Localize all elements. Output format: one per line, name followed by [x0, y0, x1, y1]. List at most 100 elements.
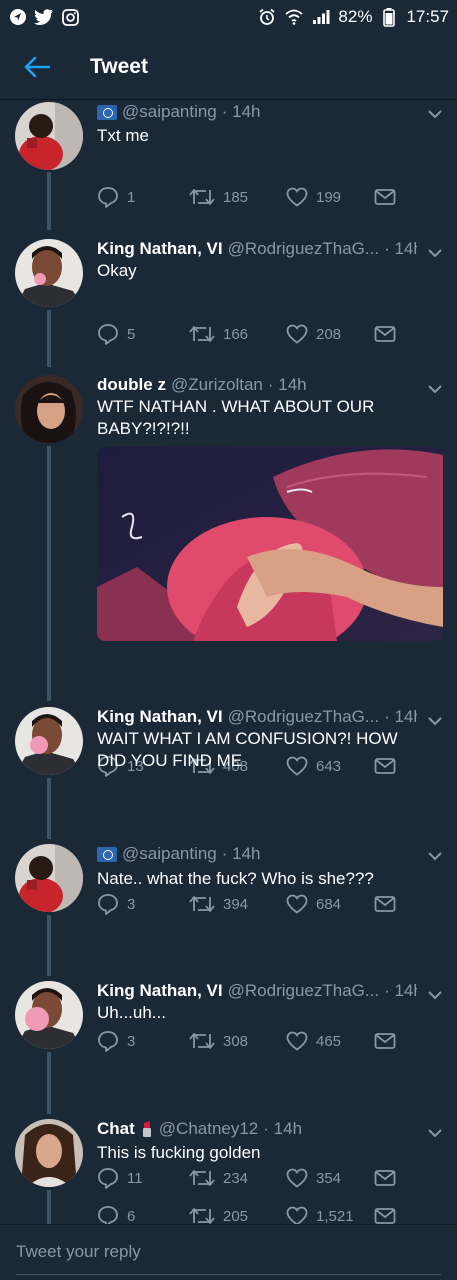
- chevron-down-icon[interactable]: [427, 848, 443, 864]
- retweet-button[interactable]: 166: [189, 324, 286, 344]
- avatar[interactable]: [15, 707, 83, 775]
- avatar[interactable]: [15, 981, 83, 1049]
- reply-count: 3: [127, 1032, 136, 1050]
- avatar[interactable]: [15, 1119, 83, 1187]
- tweet-handle[interactable]: @RodriguezThaG...: [228, 981, 379, 1001]
- direct-message-button[interactable]: [374, 1207, 396, 1224]
- thread-line: [47, 310, 51, 367]
- heart-icon: [286, 1031, 308, 1051]
- alarm-icon: [257, 7, 277, 27]
- reply-count: 3: [127, 895, 136, 913]
- reply-button[interactable]: 1: [97, 186, 189, 208]
- avatar[interactable]: [15, 844, 83, 912]
- retweet-count: 185: [223, 188, 249, 206]
- chevron-down-icon[interactable]: [427, 987, 443, 1003]
- like-button[interactable]: 684: [286, 894, 374, 914]
- retweet-icon: [189, 1170, 215, 1186]
- chevron-down-icon[interactable]: [427, 381, 443, 397]
- reply-count: 11: [127, 1169, 143, 1187]
- tweet-handle[interactable]: @Zurizoltan: [171, 375, 263, 395]
- avatar[interactable]: [15, 375, 83, 443]
- direct-message-button[interactable]: [374, 188, 396, 206]
- retweet-button[interactable]: 185: [189, 187, 286, 207]
- like-button[interactable]: 199: [286, 187, 374, 207]
- reply-button[interactable]: 3: [97, 893, 189, 915]
- tweet-actions: 3 308 465: [97, 1030, 396, 1052]
- tweet-author-name[interactable]: King Nathan, VI: [97, 239, 223, 259]
- tweet-handle[interactable]: @saipanting: [122, 844, 217, 864]
- avatar[interactable]: [15, 102, 83, 170]
- reply-button[interactable]: 3: [97, 1030, 189, 1052]
- instagram-icon: [60, 7, 80, 27]
- tweet-thread[interactable]: @saipanting · 14h Txt me 1 185 199 King …: [0, 100, 457, 1224]
- tweet-actions: 11 234 354: [97, 1167, 396, 1189]
- tweet-time: · 14h: [384, 239, 417, 258]
- chevron-down-icon[interactable]: [427, 713, 443, 729]
- tweet-handle[interactable]: @RodriguezThaG...: [228, 707, 379, 727]
- like-button[interactable]: 354: [286, 1168, 374, 1188]
- retweet-button[interactable]: 234: [189, 1168, 286, 1188]
- envelope-icon: [374, 896, 396, 912]
- tweet-actions: 1 185 199: [97, 186, 396, 208]
- tweet-text: WAIT WHAT I AM CONFUSION?! HOW DID YOU F…: [97, 729, 398, 770]
- reply-button[interactable]: 6: [97, 1205, 189, 1224]
- tweet-time: · 14h: [221, 844, 261, 863]
- like-count: 208: [316, 325, 342, 343]
- tweet-text: Okay: [97, 261, 137, 280]
- tweet-author-name[interactable]: double z: [97, 375, 166, 395]
- direct-message-button[interactable]: [374, 895, 396, 913]
- retweet-button[interactable]: 205: [189, 1206, 286, 1224]
- tweet-author-name[interactable]: Chat: [97, 1119, 135, 1139]
- tweet-handle[interactable]: @RodriguezThaG...: [228, 239, 379, 259]
- tweet-text: Txt me: [97, 126, 149, 145]
- tweet-text: Nate.. what the fuck? Who is she???: [97, 869, 374, 888]
- heart-icon: [286, 187, 308, 207]
- clock: 17:57: [406, 7, 449, 26]
- reply-icon: [98, 1206, 118, 1224]
- direct-message-button[interactable]: [374, 1169, 396, 1187]
- tweet-actions: 3 394 684: [97, 893, 396, 915]
- reply-count: 1: [127, 188, 136, 206]
- reply-input[interactable]: Tweet your reply: [16, 1231, 441, 1275]
- flag-icon: [97, 846, 117, 862]
- like-count: 199: [316, 188, 342, 206]
- reply-count: 5: [127, 325, 136, 343]
- tweet-time: · 14h: [384, 981, 417, 1000]
- reply-button[interactable]: 11: [97, 1167, 189, 1189]
- avatar[interactable]: [15, 239, 83, 307]
- back-button[interactable]: [8, 47, 66, 87]
- tweet-actions: 5 166 208: [97, 323, 396, 345]
- flag-icon: [97, 104, 117, 120]
- tweet-photo[interactable]: [97, 447, 443, 641]
- retweet-button[interactable]: 308: [189, 1031, 286, 1051]
- tweet-author-name[interactable]: King Nathan, VI: [97, 981, 223, 1001]
- tweet-handle[interactable]: @Chatney12: [159, 1119, 259, 1139]
- chevron-down-icon[interactable]: [427, 245, 443, 261]
- envelope-icon: [374, 1033, 396, 1049]
- like-count: 465: [316, 1032, 342, 1050]
- wifi-icon: [284, 7, 304, 27]
- chevron-down-icon[interactable]: [427, 1125, 443, 1141]
- signal-icon: [311, 7, 331, 27]
- retweet-count: 394: [223, 895, 249, 913]
- retweet-count: 234: [223, 1169, 249, 1187]
- like-button[interactable]: 208: [286, 324, 374, 344]
- retweet-icon: [189, 1208, 215, 1224]
- direct-message-button[interactable]: [374, 325, 396, 343]
- retweet-count: 205: [223, 1207, 249, 1225]
- tweet-text: Uh...uh...: [97, 1003, 166, 1022]
- tweet-author-name[interactable]: King Nathan, VI: [97, 707, 223, 727]
- retweet-icon: [189, 896, 215, 912]
- like-button[interactable]: 1,521: [286, 1206, 374, 1224]
- envelope-icon: [374, 1208, 396, 1224]
- tweet-handle[interactable]: @saipanting: [122, 102, 217, 122]
- tweet-text: WTF NATHAN . WHAT ABOUT OUR BABY?!?!?!!: [97, 397, 375, 438]
- envelope-icon: [374, 1170, 396, 1186]
- direct-message-button[interactable]: [374, 1032, 396, 1050]
- retweet-icon: [189, 1033, 215, 1049]
- like-button[interactable]: 465: [286, 1031, 374, 1051]
- reply-button[interactable]: 5: [97, 323, 189, 345]
- retweet-button[interactable]: 394: [189, 894, 286, 914]
- battery-icon: [379, 7, 399, 27]
- chevron-down-icon[interactable]: [427, 106, 443, 122]
